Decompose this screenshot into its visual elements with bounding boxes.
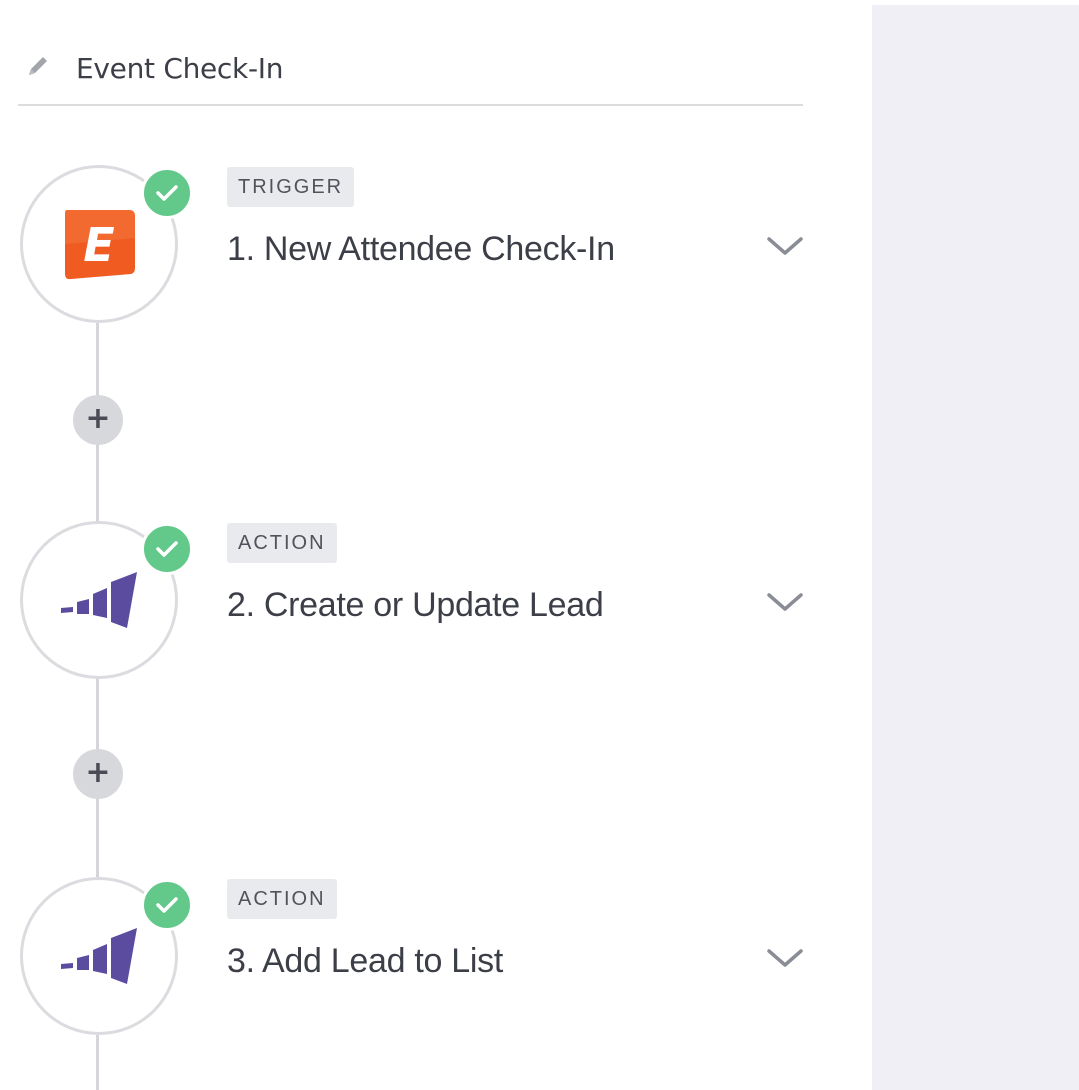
zap-title[interactable]: Event Check-In: [76, 52, 283, 86]
step-action[interactable]: ACTION 3. Add Lead to List: [20, 877, 803, 1037]
add-step-button[interactable]: +: [73, 395, 123, 445]
step-type-badge: ACTION: [227, 523, 337, 563]
step-action[interactable]: ACTION 2. Create or Update Lead: [20, 521, 803, 681]
zap-editor: Event Check-In + + E TRIGGER 1. New Atte…: [0, 0, 1079, 1090]
step-complete-badge: [141, 879, 193, 931]
step-complete-badge: [141, 167, 193, 219]
pencil-icon[interactable]: [24, 52, 52, 80]
check-icon: [156, 185, 178, 201]
chevron-down-icon[interactable]: [765, 587, 805, 617]
step-trigger[interactable]: E TRIGGER 1. New Attendee Check-In: [20, 165, 803, 325]
step-title[interactable]: 3. Add Lead to List: [227, 939, 503, 983]
chevron-down-icon[interactable]: [765, 231, 805, 261]
step-title[interactable]: 2. Create or Update Lead: [227, 583, 604, 627]
step-complete-badge: [141, 523, 193, 575]
zap-title-bar[interactable]: Event Check-In: [18, 40, 803, 106]
svg-text:E: E: [83, 218, 114, 272]
chevron-down-icon[interactable]: [765, 943, 805, 973]
plus-icon: +: [85, 755, 111, 790]
step-type-badge: ACTION: [227, 879, 337, 919]
marketo-icon: [61, 572, 137, 628]
connector-line: [96, 1032, 99, 1090]
detail-panel: [872, 5, 1079, 1090]
step-type-badge: TRIGGER: [227, 167, 355, 207]
check-icon: [156, 541, 178, 557]
marketo-icon: [61, 928, 137, 984]
check-icon: [156, 897, 178, 913]
add-step-button[interactable]: +: [73, 749, 123, 799]
step-title[interactable]: 1. New Attendee Check-In: [227, 227, 615, 271]
plus-icon: +: [85, 401, 111, 436]
eventbrite-icon: E: [65, 210, 135, 280]
